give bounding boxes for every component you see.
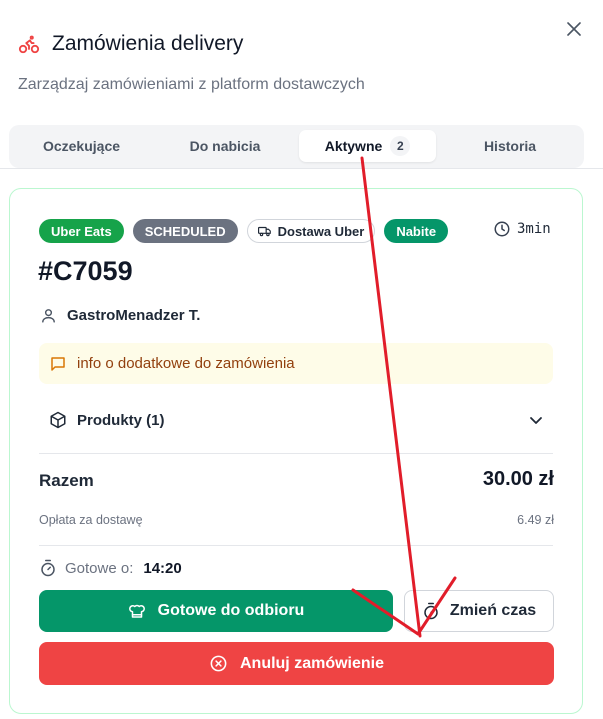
order-tabs: Oczekujące Do nabicia Aktywne 2 Historia: [9, 125, 584, 168]
order-timer: 3min: [493, 220, 551, 238]
tab-oczekujace[interactable]: Oczekujące: [9, 130, 154, 162]
cancel-order-label: Anuluj zamówienie: [239, 654, 384, 672]
ready-time-row: Gotowe o: 14:20: [39, 559, 182, 577]
customer-name: GastroMenadzer T.: [67, 307, 201, 324]
dialog-title: Zamówienia delivery: [52, 32, 244, 55]
order-number: #C7059: [38, 256, 133, 286]
delivery-badge: Dostawa Uber: [246, 219, 376, 243]
tab-label: Aktywne: [324, 138, 383, 154]
total-value: 30.00 zł: [482, 468, 554, 490]
divider: [39, 545, 553, 546]
delivery-fee-label: Opłata za dostawę: [39, 513, 143, 527]
ready-for-pickup-button[interactable]: Gotowe do odbioru: [39, 590, 393, 632]
customer: GastroMenadzer T.: [40, 307, 200, 324]
tab-do-nabicia[interactable]: Do nabicia: [154, 130, 296, 162]
schedule-badge: SCHEDULED: [132, 219, 238, 243]
order-note: info o dodatkowe do zamówienia: [39, 343, 553, 384]
bike-icon: [18, 35, 40, 54]
close-icon: [567, 22, 581, 36]
stopwatch-icon: [41, 559, 55, 577]
order-note-text: info o dodatkowe do zamówienia: [77, 355, 295, 372]
total-label: Razem: [39, 471, 94, 490]
change-time-button[interactable]: Zmień czas: [404, 590, 554, 632]
change-time-label: Zmień czas: [449, 602, 537, 619]
stopwatch-icon: [424, 602, 438, 620]
truck-icon: [257, 226, 271, 237]
order-badges: Uber Eats SCHEDULED Dostawa Uber Nabite: [39, 219, 449, 243]
delivery-fee-value: 6.49 zł: [517, 513, 554, 527]
close-button[interactable]: [563, 18, 585, 40]
clock-icon: [494, 221, 510, 237]
tab-label: Oczekujące: [42, 138, 121, 154]
chef-hat-icon: [128, 604, 145, 618]
ready-for-pickup-label: Gotowe do odbioru: [157, 602, 305, 619]
tab-label: Historia: [483, 138, 537, 154]
platform-badge: Uber Eats: [39, 219, 124, 243]
tab-historia[interactable]: Historia: [439, 130, 581, 162]
cancel-order-button[interactable]: Anuluj zamówienie: [39, 642, 554, 685]
timer-value: 3min: [517, 221, 551, 237]
tab-label: Do nabicia: [189, 138, 261, 154]
dialog-header: Zamówienia delivery: [18, 32, 243, 56]
ready-time: 14:20: [143, 559, 182, 577]
products-toggle[interactable]: Produkty (1): [39, 404, 553, 436]
status-badge: Nabite: [384, 219, 449, 243]
delivery-badge-label: Dostawa Uber: [277, 223, 365, 239]
divider: [39, 453, 553, 454]
ready-label: Gotowe o:: [65, 559, 134, 577]
products-label: Produkty (1): [77, 411, 165, 429]
tab-aktywne[interactable]: Aktywne 2: [299, 130, 436, 162]
package-icon: [50, 411, 66, 429]
divider: [0, 168, 603, 169]
user-icon: [42, 309, 55, 323]
tab-count-badge: 2: [390, 136, 411, 156]
x-circle-icon: [210, 655, 227, 672]
chevron-down-icon: [529, 413, 543, 427]
message-icon: [51, 356, 65, 371]
dialog-subtitle: Zarządzaj zamówieniami z platform dostaw…: [18, 76, 365, 93]
